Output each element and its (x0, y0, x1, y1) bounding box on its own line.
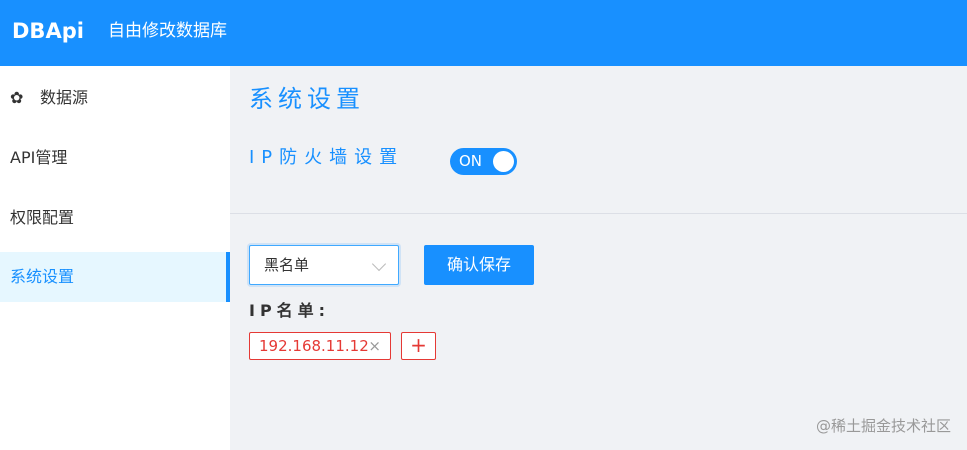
sidebar-item-label: 数据源 (40, 88, 89, 107)
select-value: 黑名单 (264, 256, 310, 274)
firewall-label: IP防火墙设置 (249, 147, 405, 168)
sidebar-item-settings[interactable]: 系统设置 (0, 252, 230, 302)
divider (230, 213, 967, 214)
sidebar-item-label: 系统设置 (10, 267, 75, 286)
top-header: DBApi 自由修改数据库 (0, 0, 967, 66)
add-ip-button[interactable]: + (401, 332, 436, 360)
main-content: 系统设置 IP防火墙设置 ON 黑名单 确认保存 IP名单: 192.168.1… (230, 66, 967, 450)
chevron-down-icon (371, 256, 387, 272)
ip-tag: 192.168.11.12 × (249, 332, 391, 360)
toggle-text: ON (459, 152, 483, 170)
sidebar-item-label: 权限配置 (10, 208, 75, 227)
sidebar-item-api[interactable]: API管理 (0, 133, 230, 183)
header-nav-link[interactable]: 自由修改数据库 (108, 17, 227, 45)
sidebar-item-permissions[interactable]: 权限配置 (0, 193, 230, 243)
toggle-knob (493, 151, 514, 172)
sidebar: ✿ 数据源 API管理 权限配置 系统设置 (0, 66, 230, 450)
sidebar-item-label: API管理 (10, 148, 68, 167)
watermark: @稀土掘金技术社区 (815, 417, 951, 435)
app-logo[interactable]: DBApi (12, 16, 84, 46)
ip-tag-text: 192.168.11.12 (259, 337, 369, 355)
save-button[interactable]: 确认保存 (424, 245, 534, 285)
page-title: 系统设置 (249, 85, 365, 113)
gear-icon: ✿ (10, 88, 24, 107)
close-icon[interactable]: × (368, 333, 381, 359)
sidebar-item-datasource[interactable]: ✿ 数据源 (0, 73, 230, 123)
firewall-toggle[interactable]: ON (450, 148, 517, 175)
list-mode-select[interactable]: 黑名单 (249, 245, 399, 285)
ip-list-label: IP名单: (249, 301, 331, 320)
